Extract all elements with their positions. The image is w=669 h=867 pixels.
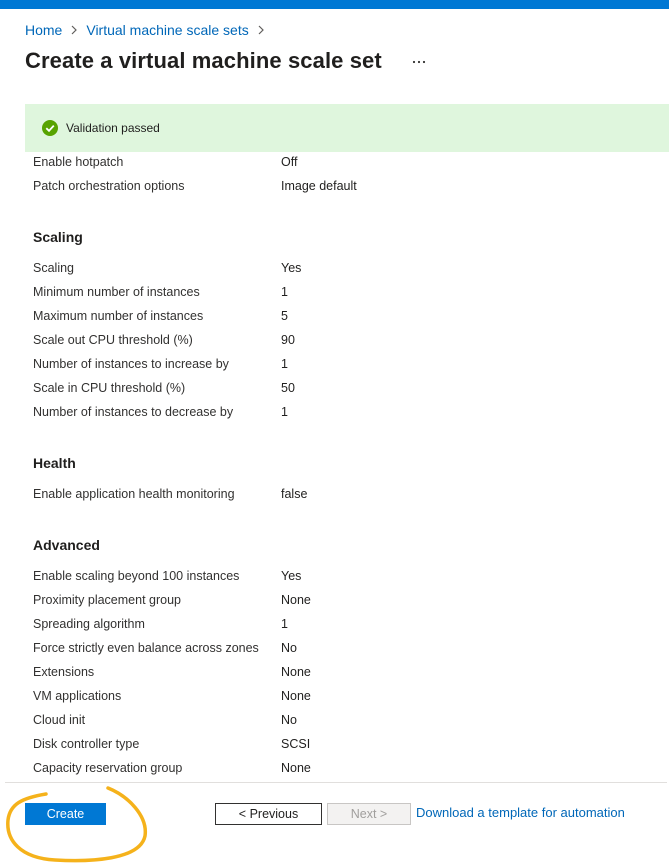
check-circle-icon [42,120,58,136]
row-label: Scale in CPU threshold (%) [33,381,186,395]
row-label: Enable hotpatch [33,155,124,169]
row-label: Spreading algorithm [33,617,145,631]
row-label: Scaling [33,261,74,275]
row-label: Enable scaling beyond 100 instances [33,569,240,583]
breadcrumb-home-link[interactable]: Home [25,22,62,38]
row-label: Number of instances to decrease by [33,405,234,419]
footer-divider [5,782,667,783]
row-value: None [281,593,311,607]
top-accent-bar [0,0,669,9]
row-value: 1 [281,285,288,299]
row-label: Number of instances to increase by [33,357,229,371]
row-label: Minimum number of instances [33,285,200,299]
row-value: None [281,761,311,775]
row-label: Disk controller type [33,737,140,751]
row-value: Yes [281,569,302,583]
row-label: Maximum number of instances [33,309,204,323]
section-heading-advanced: Advanced [33,537,100,553]
more-options-icon[interactable] [409,54,429,70]
row-value: SCSI [281,737,311,751]
row-value: No [281,713,297,727]
row-label: Proximity placement group [33,593,181,607]
row-value: None [281,665,311,679]
row-label: Force strictly even balance across zones [33,641,259,655]
row-value: false [281,487,308,501]
row-label: Capacity reservation group [33,761,183,775]
section-heading-scaling: Scaling [33,229,83,245]
page-title: Create a virtual machine scale set [25,48,382,73]
previous-button[interactable]: < Previous [215,803,322,825]
row-value: 90 [281,333,295,347]
validation-banner: Validation passed [25,104,669,152]
row-label: Extensions [33,665,95,679]
row-value: Off [281,155,298,169]
row-label: Patch orchestration options [33,179,185,193]
row-value: Yes [281,261,302,275]
breadcrumb: Home Virtual machine scale sets [25,21,273,39]
row-label: VM applications [33,689,122,703]
row-label: Cloud init [33,713,86,727]
row-value: Image default [281,179,357,193]
row-value: 5 [281,309,288,323]
breadcrumb-vmss-link[interactable]: Virtual machine scale sets [86,22,248,38]
create-button[interactable]: Create [25,803,106,825]
row-value: 1 [281,617,288,631]
row-value: None [281,689,311,703]
validation-text: Validation passed [66,121,160,135]
row-label: Scale out CPU threshold (%) [33,333,193,347]
row-label: Enable application health monitoring [33,487,235,501]
section-heading-health: Health [33,455,76,471]
row-value: 50 [281,381,295,395]
chevron-right-icon [70,25,78,35]
download-template-link[interactable]: Download a template for automation [416,805,625,820]
row-value: 1 [281,357,288,371]
row-value: 1 [281,405,288,419]
next-button: Next > [327,803,411,825]
chevron-right-icon [257,25,265,35]
row-value: No [281,641,297,655]
